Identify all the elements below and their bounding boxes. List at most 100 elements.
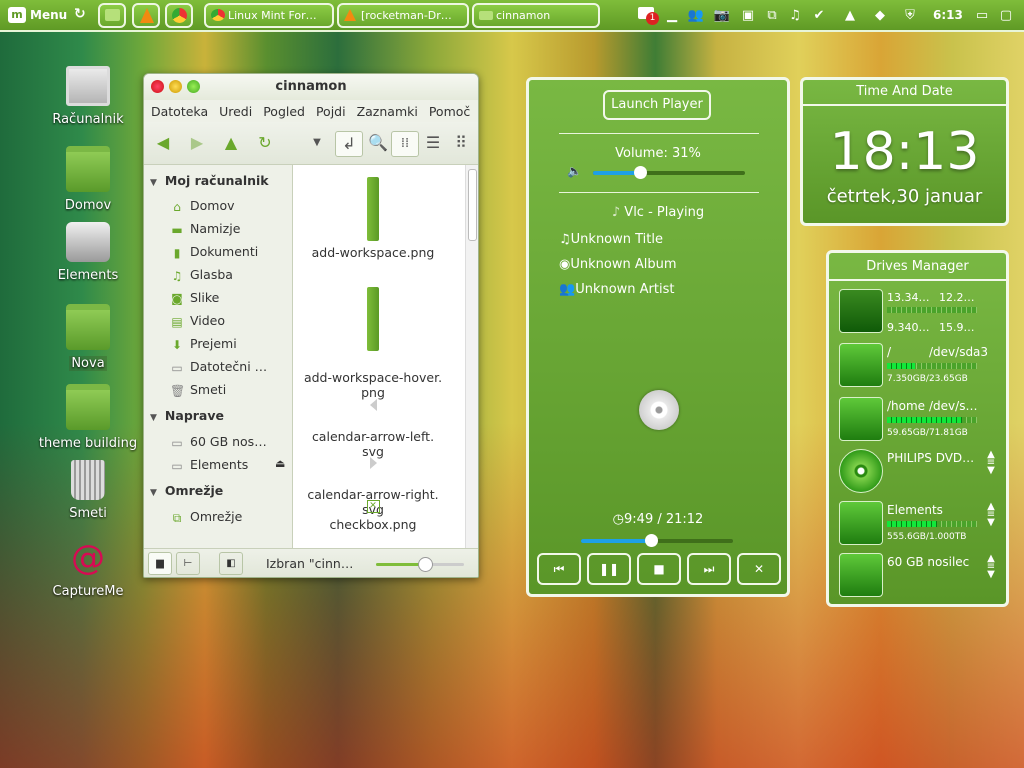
- drive-row-home[interactable]: /home /dev/s… 59.65GB/71.81GB: [837, 395, 1005, 445]
- separator: [559, 192, 759, 193]
- menu-bookmarks[interactable]: Zaznamki: [350, 100, 418, 119]
- refresh-icon[interactable]: ↻: [74, 6, 86, 22]
- menu-go[interactable]: Pojdi: [309, 100, 346, 119]
- eject-icon[interactable]: ▲ ≡ ▼: [983, 450, 999, 476]
- panel-clock[interactable]: 6:13: [933, 8, 963, 22]
- chevron-down-icon[interactable]: ▼: [304, 131, 330, 155]
- desktop-icon-computer[interactable]: Računalnik: [38, 66, 138, 127]
- launch-player-button[interactable]: Launch Player: [603, 90, 711, 120]
- update-check-icon[interactable]: ✔: [809, 6, 829, 26]
- show-desktop-icon[interactable]: ▢: [996, 6, 1016, 26]
- sidebar-section-devices[interactable]: Naprave: [150, 408, 224, 423]
- volume-slider[interactable]: [593, 166, 745, 179]
- sidebar-item-home[interactable]: ⌂ Domov: [170, 198, 288, 213]
- drive-row-network[interactable]: 13.34… 12.2… 9.340… 15.9…: [837, 287, 1005, 337]
- taskbar-item-vlc[interactable]: [rocketman-Dr…: [337, 3, 469, 28]
- menu-file[interactable]: Datoteka: [144, 100, 208, 119]
- scrollbar[interactable]: [465, 165, 478, 548]
- separator: [559, 133, 759, 134]
- screenshot-icon[interactable]: ▣: [738, 6, 758, 26]
- document-icon: ▮: [173, 246, 181, 259]
- hide-sidebar-icon[interactable]: ◧: [219, 552, 243, 575]
- back-icon[interactable]: ◀: [150, 131, 176, 155]
- stop-icon: ■: [653, 562, 665, 576]
- volume-icon[interactable]: 🔈: [567, 164, 582, 178]
- desktop-icon-captureme[interactable]: @ CaptureMe: [38, 538, 138, 599]
- zoom-slider[interactable]: [376, 557, 464, 572]
- task-label: cinnamon: [496, 9, 551, 22]
- file-item[interactable]: add-workspace-hover. png: [293, 272, 453, 400]
- next-button[interactable]: ⏭: [687, 553, 731, 585]
- window-list-icon[interactable]: ▭: [972, 6, 992, 26]
- menu-edit[interactable]: Uredi: [212, 100, 252, 119]
- drive-row-60gb[interactable]: 60 GB nosilec ▲ ≡ ▼: [837, 551, 1005, 601]
- maximize-icon[interactable]: [187, 80, 200, 93]
- sidebar-item-filesystem[interactable]: ▭ Datotečni …: [170, 359, 288, 374]
- desktop-icon-theme-building[interactable]: theme building: [38, 384, 138, 451]
- sidebar-item-60gb[interactable]: ▭ 60 GB nos…: [170, 434, 288, 449]
- sidebar-item-downloads[interactable]: ⬇ Prejemi: [170, 336, 288, 351]
- shield-icon[interactable]: ⛨: [900, 6, 920, 26]
- forward-icon[interactable]: ▶: [184, 131, 210, 155]
- file-item[interactable]: add-workspace.png: [293, 177, 453, 260]
- icon-view-icon[interactable]: ⁞⁞: [391, 131, 419, 157]
- desktop-icon-elements[interactable]: Elements: [38, 222, 138, 283]
- reload-icon[interactable]: ↻: [252, 131, 278, 155]
- camera-icon[interactable]: 📷: [712, 6, 732, 26]
- sidebar-item-trash[interactable]: 🗑 Smeti: [170, 382, 288, 397]
- sidebar-item-videos[interactable]: ▤ Video: [170, 313, 288, 328]
- seek-slider[interactable]: [581, 534, 733, 547]
- menu-help[interactable]: Pomoč: [422, 100, 470, 119]
- pause-button[interactable]: ❚❚: [587, 553, 631, 585]
- sidebar-section-computer[interactable]: Moj računalnik: [150, 173, 269, 188]
- desktop-icon-home[interactable]: Domov: [38, 146, 138, 213]
- drive-row-root[interactable]: / /dev/sda3 7.350GB/23.65GB: [837, 341, 1005, 391]
- dropbox-icon[interactable]: ◆: [870, 6, 890, 26]
- scrollbar-thumb[interactable]: [468, 169, 477, 241]
- people-icon[interactable]: 👥: [686, 6, 706, 26]
- eject-icon[interactable]: ▲ ≡ ▼: [983, 554, 999, 580]
- taskbar-item-chrome[interactable]: Linux Mint For…: [204, 3, 334, 28]
- sidebar-item-network[interactable]: ⧉ Omrežje: [170, 509, 288, 524]
- desktop-icon-nova[interactable]: Nova: [38, 304, 138, 371]
- volume-slider-knob[interactable]: [634, 166, 648, 179]
- menu-button[interactable]: m Menu ↻: [2, 3, 94, 28]
- stop-button[interactable]: ■: [637, 553, 681, 585]
- file-item[interactable]: ✕ checkbox.png: [293, 500, 453, 532]
- compact-view-icon[interactable]: ⠿: [448, 131, 474, 155]
- sidebar-item-music[interactable]: ♫ Glasba: [170, 267, 288, 282]
- sidebar-item-documents[interactable]: ▮ Dokumenti: [170, 244, 288, 259]
- tree-toggle-icon[interactable]: ⊢: [176, 552, 200, 575]
- sidebar-section-network[interactable]: Omrežje: [150, 483, 223, 498]
- sidebar-item-elements[interactable]: ▭ Elements: [170, 457, 268, 472]
- drive-row-elements[interactable]: Elements 555.6GB/1.000TB ▲ ≡ ▼: [837, 499, 1005, 549]
- sidebar-item-desktop[interactable]: ▬ Namizje: [170, 221, 288, 236]
- drive-row-dvd[interactable]: PHILIPS DVD… ▲ ≡ ▼: [837, 447, 1005, 497]
- files-launcher[interactable]: [98, 3, 126, 28]
- list-view-icon[interactable]: ☰: [420, 131, 446, 155]
- seek-slider-knob[interactable]: [645, 534, 659, 547]
- window-titlebar[interactable]: cinnamon: [144, 74, 478, 100]
- up-icon[interactable]: ▲: [218, 131, 244, 155]
- places-toggle-icon[interactable]: ▆: [148, 552, 172, 575]
- vlc-launcher[interactable]: [132, 3, 160, 28]
- menu-view[interactable]: Pogled: [256, 100, 305, 119]
- eject-icon[interactable]: ▲ ≡ ▼: [983, 502, 999, 528]
- user-icon[interactable]: ▁: [662, 6, 682, 26]
- vlc-tray-icon[interactable]: ▲: [840, 6, 860, 26]
- search-icon[interactable]: 🔍: [365, 131, 391, 155]
- network-icon[interactable]: ⧉: [762, 6, 782, 26]
- eject-icon[interactable]: ⏏: [275, 457, 285, 470]
- chrome-launcher[interactable]: [165, 3, 193, 28]
- close-icon[interactable]: [151, 80, 164, 93]
- gmail-icon[interactable]: 1: [636, 6, 659, 26]
- taskbar-item-cinnamon[interactable]: cinnamon: [472, 3, 600, 28]
- location-toggle-icon[interactable]: ↲: [335, 131, 363, 157]
- close-player-button[interactable]: ✕: [737, 553, 781, 585]
- desktop-icon-trash[interactable]: Smeti: [38, 460, 138, 521]
- music-icon[interactable]: ♫: [785, 6, 805, 26]
- zoom-slider-knob[interactable]: [418, 557, 434, 572]
- sidebar-item-pictures[interactable]: ◙ Slike: [170, 290, 288, 305]
- previous-button[interactable]: ⏮: [537, 553, 581, 585]
- minimize-icon[interactable]: [169, 80, 182, 93]
